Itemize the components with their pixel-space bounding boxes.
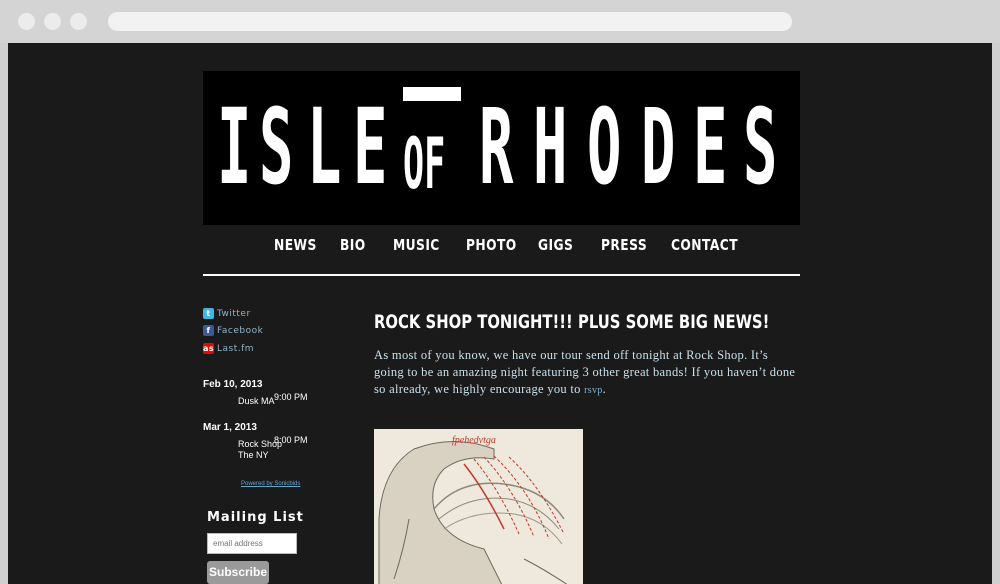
twitter-icon: t [203, 308, 214, 319]
facebook-icon: f [203, 325, 214, 336]
nav-press[interactable]: PRESS [601, 236, 647, 254]
powered-by-link[interactable]: Powered by Sonicbids [241, 481, 300, 487]
post-image: fpehedvtga [374, 429, 583, 584]
email-input[interactable] [207, 533, 297, 554]
logo-letter-e2: E [693, 86, 728, 208]
gig-venue[interactable]: Rock Shop The NY [238, 439, 288, 461]
rsvp-link[interactable]: rsvp [584, 385, 602, 396]
window-minimize-dot[interactable] [44, 13, 61, 30]
post-body: As most of you know, we have our tour se… [374, 347, 798, 399]
mailing-list-title: Mailing List [207, 510, 304, 525]
anatomy-illustration: fpehedvtga [374, 429, 583, 584]
logo-letter-d: D [641, 86, 676, 208]
social-label[interactable]: Facebook [217, 324, 263, 338]
nav-contact[interactable]: CONTACT [671, 236, 738, 254]
social-link-facebook[interactable]: f Facebook [203, 324, 303, 338]
band-logo-banner[interactable]: I S L E OF R H O D E S [203, 71, 800, 225]
logo-letter-l: L [307, 86, 342, 208]
window-maximize-dot[interactable] [70, 13, 87, 30]
logo-letter-i: I [217, 86, 252, 208]
subscribe-button[interactable]: Subscribe [207, 561, 269, 584]
logo-letter-r: R [479, 86, 514, 208]
social-link-lastfm[interactable]: as Last.fm [203, 342, 303, 356]
logo-letter-s2: S [743, 86, 778, 208]
window-close-dot[interactable] [18, 13, 35, 30]
browser-chrome [0, 0, 1000, 43]
gig-venue[interactable]: Dusk MA [238, 396, 288, 407]
gig-date: Feb 10, 2013 [203, 379, 263, 390]
nav-bio[interactable]: BIO [340, 236, 366, 254]
gig-date: Mar 1, 2013 [203, 422, 257, 433]
nav-gigs[interactable]: GIGS [538, 236, 573, 254]
logo-letter-h: H [533, 86, 568, 208]
logo-of-text: OF [403, 123, 446, 205]
post-title[interactable]: ROCK SHOP TONIGHT!!! PLUS SOME BIG NEWS! [374, 311, 769, 333]
address-bar[interactable] [108, 12, 792, 31]
nav-news[interactable]: NEWS [274, 236, 317, 254]
illustration-caption: fpehedvtga [452, 435, 496, 446]
post-body-end: . [602, 382, 606, 396]
social-label[interactable]: Twitter [217, 307, 251, 321]
logo-of: OF [403, 85, 463, 205]
logo-letter-o: O [587, 86, 622, 208]
logo-of-bar [403, 87, 461, 101]
lastfm-icon: as [203, 343, 215, 354]
nav-photo[interactable]: PHOTO [466, 236, 517, 254]
website-viewport: I S L E OF R H O D E S NEWS BIO MUSIC PH… [8, 43, 992, 584]
nav-music[interactable]: MUSIC [393, 236, 440, 254]
nav-divider [203, 274, 800, 276]
social-link-twitter[interactable]: t Twitter [203, 307, 303, 321]
main-nav: NEWS BIO MUSIC PHOTO GIGS PRESS CONTACT [203, 236, 800, 258]
logo-letter-s: S [259, 86, 294, 208]
logo-letter-e: E [353, 86, 388, 208]
social-label[interactable]: Last.fm [217, 342, 254, 356]
